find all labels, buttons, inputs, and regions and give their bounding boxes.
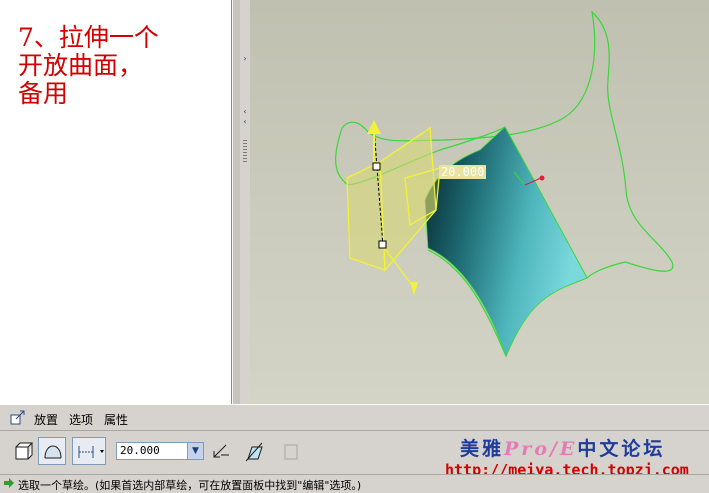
note-line-1: 7、拉伸一个 (18, 23, 159, 52)
drag-handle-top (372, 162, 381, 171)
thicken-button[interactable] (278, 437, 306, 465)
dashboard-icon (10, 410, 25, 425)
flip-direction-button[interactable] (207, 437, 235, 465)
graphics-viewport[interactable]: 20.000 (250, 0, 709, 404)
instruction-note: 7、拉伸一个 开放曲面， 备用 (18, 24, 159, 108)
forum-watermark-title: 美雅Pro/E中文论坛 (460, 434, 665, 461)
surface-extrude-button[interactable] (38, 437, 66, 465)
sash-expand-icon[interactable]: › (241, 55, 249, 63)
depth-value-text: 20.000 (120, 444, 160, 457)
dimension-value: 20.000 (441, 165, 485, 179)
note-line-2: 开放曲面， (18, 51, 144, 80)
arrow-right-icon (4, 478, 14, 488)
sash-collapse-up-icon[interactable]: ‹ (241, 108, 249, 116)
remove-material-button[interactable] (240, 437, 268, 465)
tab-properties[interactable]: 属性 (104, 411, 128, 428)
drag-handle-bottom (378, 240, 387, 249)
solid-extrude-button[interactable] (10, 437, 38, 465)
depth-dimension-label[interactable]: 20.000 (439, 165, 487, 179)
depth-option-button[interactable] (72, 437, 106, 465)
chevron-down-icon[interactable]: ▼ (187, 443, 203, 459)
depth-value-combo[interactable]: 20.000 ▼ (116, 442, 204, 460)
dashboard-tabs: 放置 选项 属性 (0, 404, 709, 430)
status-bar: 选取一个草绘。(如果首选内部草绘，可在放置面板中找到"编辑"选项。) (0, 474, 709, 492)
brand-proe: Pro/E (504, 438, 578, 460)
note-line-3: 备用 (18, 79, 69, 108)
brand-part2: 中文论坛 (577, 438, 666, 460)
tab-options[interactable]: 选项 (69, 411, 93, 428)
extruded-surface (424, 126, 588, 358)
model-tree-panel: 7、拉伸一个 开放曲面， 备用 (0, 0, 232, 404)
tab-placement[interactable]: 放置 (34, 411, 58, 428)
extrude-preview (346, 126, 441, 272)
brand-part1: 美雅 (460, 438, 505, 460)
sash-collapse-down-icon[interactable]: ‹ (241, 118, 249, 126)
